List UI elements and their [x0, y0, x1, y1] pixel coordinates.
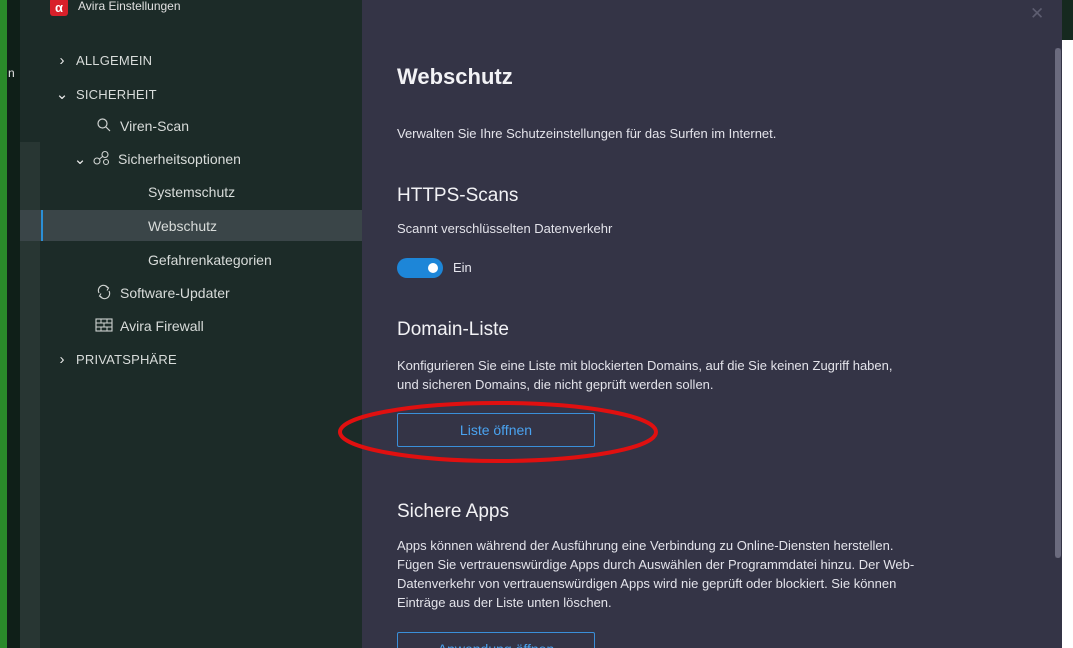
sidebar-item-software-updater[interactable]: Software-Updater — [20, 278, 362, 308]
molecule-icon — [92, 150, 112, 169]
chevron-down-icon: ⌄ — [55, 86, 69, 103]
sidebar-item-label: Webschutz — [148, 217, 217, 234]
scrollbar-thumb[interactable] — [1055, 48, 1061, 558]
sidebar-item-allgemein[interactable]: › ALLGEMEIN — [20, 45, 362, 75]
highlight-annotation — [338, 401, 658, 463]
sidebar-item-webschutz[interactable]: Webschutz — [20, 210, 362, 241]
sidebar-item-label: PRIVATSPHÄRE — [76, 351, 177, 367]
sidebar-item-sicherheitsoptionen[interactable]: ⌄ Sicherheitsoptionen — [20, 144, 362, 174]
sidebar-item-avira-firewall[interactable]: Avira Firewall — [20, 311, 362, 341]
sidebar-item-label: Software-Updater — [120, 285, 230, 301]
screenshot-frame: n α Avira Einstellungen › ALLGEMEIN ⌄ SI… — [0, 0, 1073, 648]
sidebar-item-label: Viren-Scan — [120, 118, 190, 134]
https-toggle-label: Ein — [453, 260, 472, 275]
page-description: Verwalten Sie Ihre Schutzeinstellungen f… — [397, 126, 777, 141]
safe-apps-description-line1: Apps können während der Ausführung eine … — [397, 538, 894, 553]
https-description: Scannt verschlüsselten Datenverkehr — [397, 221, 613, 236]
sidebar-item-label: ALLGEMEIN — [76, 52, 153, 68]
magnifier-icon — [94, 117, 114, 136]
safe-apps-description-line3: Datenverkehr von vertrauenswürdigen Apps… — [397, 576, 897, 591]
page-title: Webschutz — [397, 64, 513, 89]
sidebar-item-label: Avira Firewall — [120, 318, 204, 334]
title-bar: α Avira Einstellungen — [50, 0, 181, 26]
background-window-text: n — [8, 66, 15, 80]
sidebar-item-viren-scan[interactable]: Viren-Scan — [20, 111, 362, 141]
open-application-button[interactable]: Anwendung öffnen — [397, 632, 595, 648]
https-heading: HTTPS-Scans — [397, 185, 519, 206]
sidebar-item-label: Sicherheitsoptionen — [118, 151, 241, 167]
safe-apps-description-line2: Fügen Sie vertrauenswürdige Apps durch A… — [397, 557, 915, 572]
sidebar-item-label: Systemschutz — [148, 184, 236, 200]
background-window-edge — [0, 0, 7, 648]
background-window: n — [7, 0, 20, 648]
settings-sidebar: α Avira Einstellungen › ALLGEMEIN ⌄ SICH… — [20, 0, 362, 648]
sidebar-item-label: Gefahrenkategorien — [148, 252, 272, 268]
firewall-icon — [94, 317, 114, 335]
close-icon[interactable]: ✕ — [1030, 4, 1044, 24]
safe-apps-heading: Sichere Apps — [397, 501, 509, 522]
avira-logo-icon: α — [50, 0, 68, 16]
sidebar-item-gefahrenkategorien[interactable]: Gefahrenkategorien — [20, 245, 362, 275]
chevron-right-icon: › — [59, 350, 65, 368]
background-window-right — [1062, 0, 1073, 40]
domain-description-line2: und sicheren Domains, die nicht geprüft … — [397, 377, 714, 392]
domain-description-line1: Konfigurieren Sie eine Liste mit blockie… — [397, 358, 893, 373]
toggle-knob — [428, 263, 438, 273]
sidebar-item-sicherheit[interactable]: ⌄ SICHERHEIT — [20, 79, 362, 109]
window-title: Avira Einstellungen — [78, 0, 181, 13]
sidebar-item-systemschutz[interactable]: Systemschutz — [20, 177, 362, 207]
https-toggle[interactable] — [397, 258, 443, 278]
chevron-right-icon: › — [59, 51, 65, 69]
domain-heading: Domain-Liste — [397, 319, 509, 340]
sidebar-item-label: SICHERHEIT — [76, 86, 157, 102]
sidebar-item-privatsphaere[interactable]: › PRIVATSPHÄRE — [20, 344, 362, 374]
safe-apps-description-line4: Einträge aus der Liste unten löschen. — [397, 595, 612, 610]
scrollbar[interactable] — [1055, 48, 1061, 558]
refresh-icon — [94, 284, 114, 303]
chevron-down-icon: ⌄ — [73, 151, 87, 168]
settings-content: ✕ Webschutz Verwalten Sie Ihre Schutzein… — [362, 0, 1062, 648]
